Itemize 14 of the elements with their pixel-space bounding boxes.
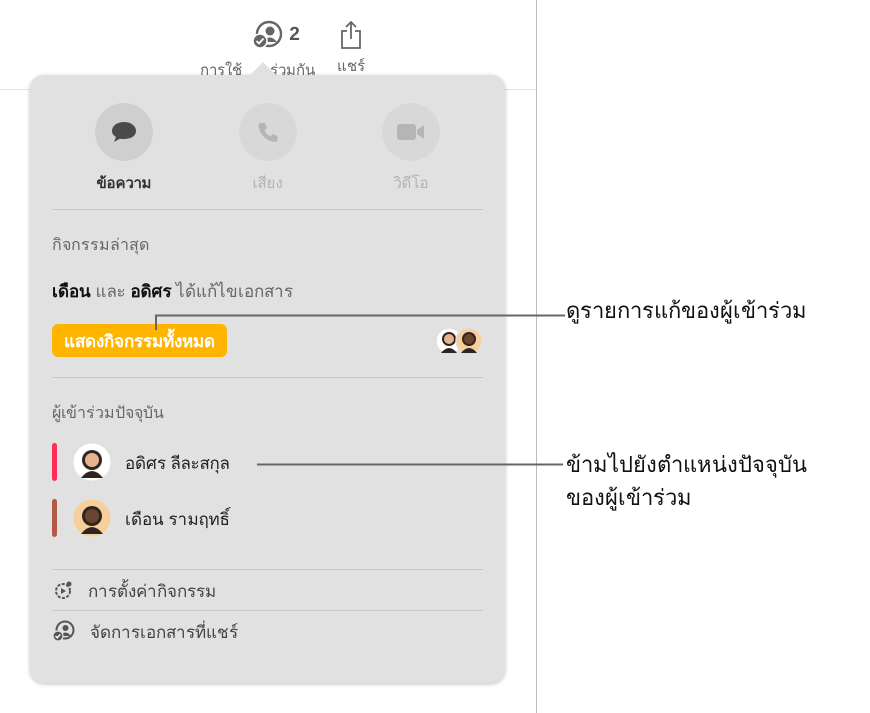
section-heading: ผู้เข้าร่วมปัจจุบัน: [52, 404, 165, 424]
menu-item[interactable]: การตั้งค่ากิจกรรม: [88, 576, 216, 604]
toolbar-label: การใช้: [200, 60, 242, 81]
toolbar-label: ร่วมกัน: [270, 61, 315, 81]
callout-text: ดูรายการแก้ของผู้เข้าร่วม: [566, 297, 807, 326]
collaborator-count: 2: [289, 24, 300, 46]
menu-item[interactable]: จัดการเอกสารที่แชร์: [90, 618, 238, 644]
action-label: ข้อความ: [96, 174, 152, 194]
toolbar-label: แชร์: [337, 57, 365, 77]
participant-name[interactable]: เดือน รามฤทธิ์: [125, 504, 230, 532]
section-heading: กิจกรรมล่าสุด: [52, 236, 150, 256]
activity-summary: เดือน และ อดิศร ได้แก้ไขเอกสาร: [52, 280, 294, 303]
callout-text: ข้ามไปยังตำแหน่งปัจจุบัน ของผู้เข้าร่วม: [566, 451, 807, 513]
participant-name[interactable]: อดิศร ลีละสกุล: [125, 448, 230, 476]
